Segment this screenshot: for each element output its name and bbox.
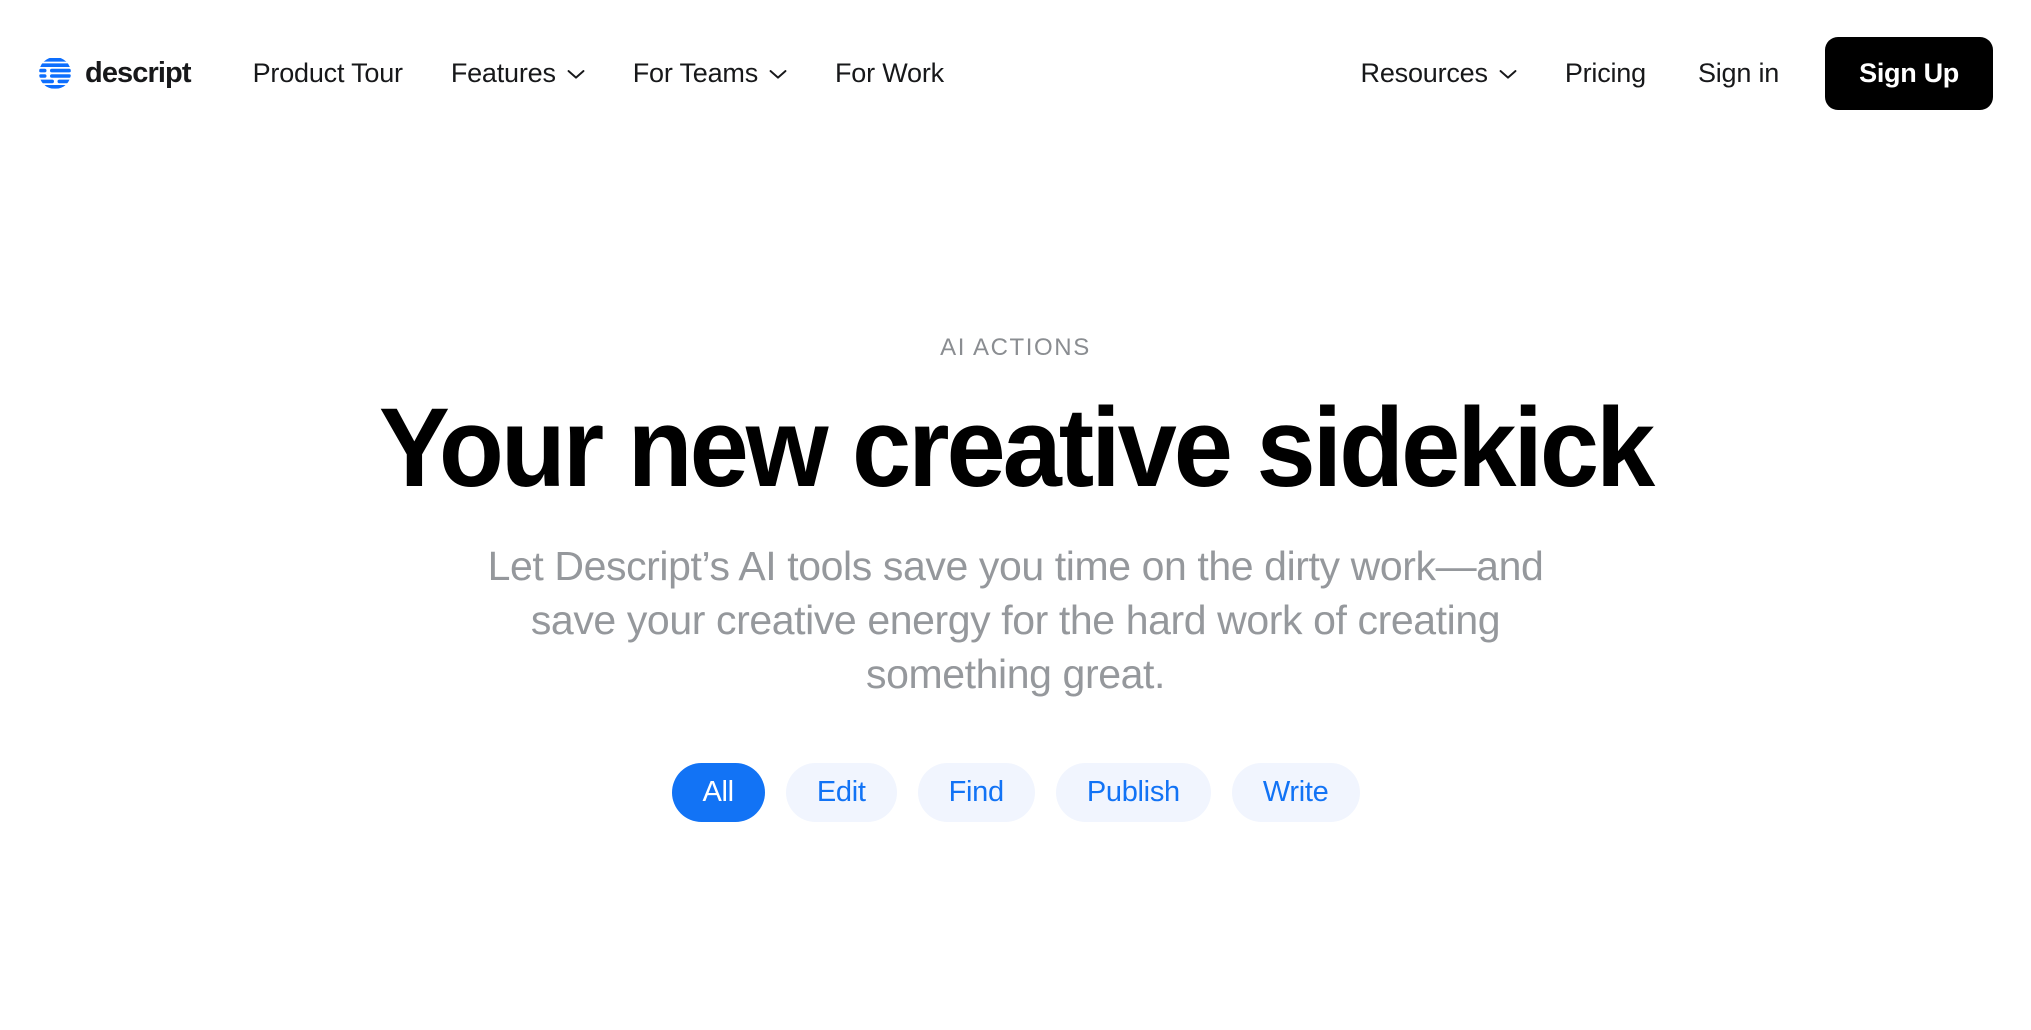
hero-subheading: Let Descript’s AI tools save you time on… [487,542,1544,698]
filter-pill-all[interactable]: All [671,763,765,823]
sign-up-button[interactable]: Sign Up [1825,36,1993,110]
hero-eyebrow: AI ACTIONS [940,334,1091,361]
nav-item-features[interactable]: Features [427,48,609,99]
chevron-down-icon [567,70,585,79]
nav-item-product-tour[interactable]: Product Tour [253,48,427,99]
filter-pill-write[interactable]: Write [1231,763,1360,823]
nav-item-label: Pricing [1564,57,1646,88]
chevron-down-icon [1499,70,1517,79]
category-filter-group: All Edit Find Publish Write [0,763,2031,823]
brand-name: descript [85,56,192,89]
nav-item-label: For Teams [632,57,759,88]
nav-item-for-teams[interactable]: For Teams [609,48,811,99]
nav-item-label: Resources [1360,57,1488,88]
nav-item-label: For Work [835,57,944,88]
nav-item-label: Features [450,57,556,88]
nav-item-resources[interactable]: Resources [1361,48,1541,99]
filter-pill-edit[interactable]: Edit [785,763,897,823]
page-title: Your new creative sidekick [378,385,1655,510]
chevron-down-icon [769,70,787,79]
secondary-nav: Resources Pricing Sign in Sign Up [1361,36,1993,110]
nav-item-label: Product Tour [252,57,403,88]
brand-logo-link[interactable]: descript [38,56,192,90]
nav-item-pricing[interactable]: Pricing [1541,48,1670,99]
hero-section: AI ACTIONS Your new creative sidekick Le… [0,146,2031,823]
site-header: descript Product Tour Features For Teams… [0,0,2031,146]
descript-logo-mark-icon [39,58,71,89]
sign-in-link[interactable]: Sign in [1670,48,1807,99]
nav-item-for-work[interactable]: For Work [811,48,968,99]
filter-pill-publish[interactable]: Publish [1055,763,1211,823]
primary-nav: Product Tour Features For Teams For Work [253,48,968,99]
filter-pill-find[interactable]: Find [917,763,1035,823]
